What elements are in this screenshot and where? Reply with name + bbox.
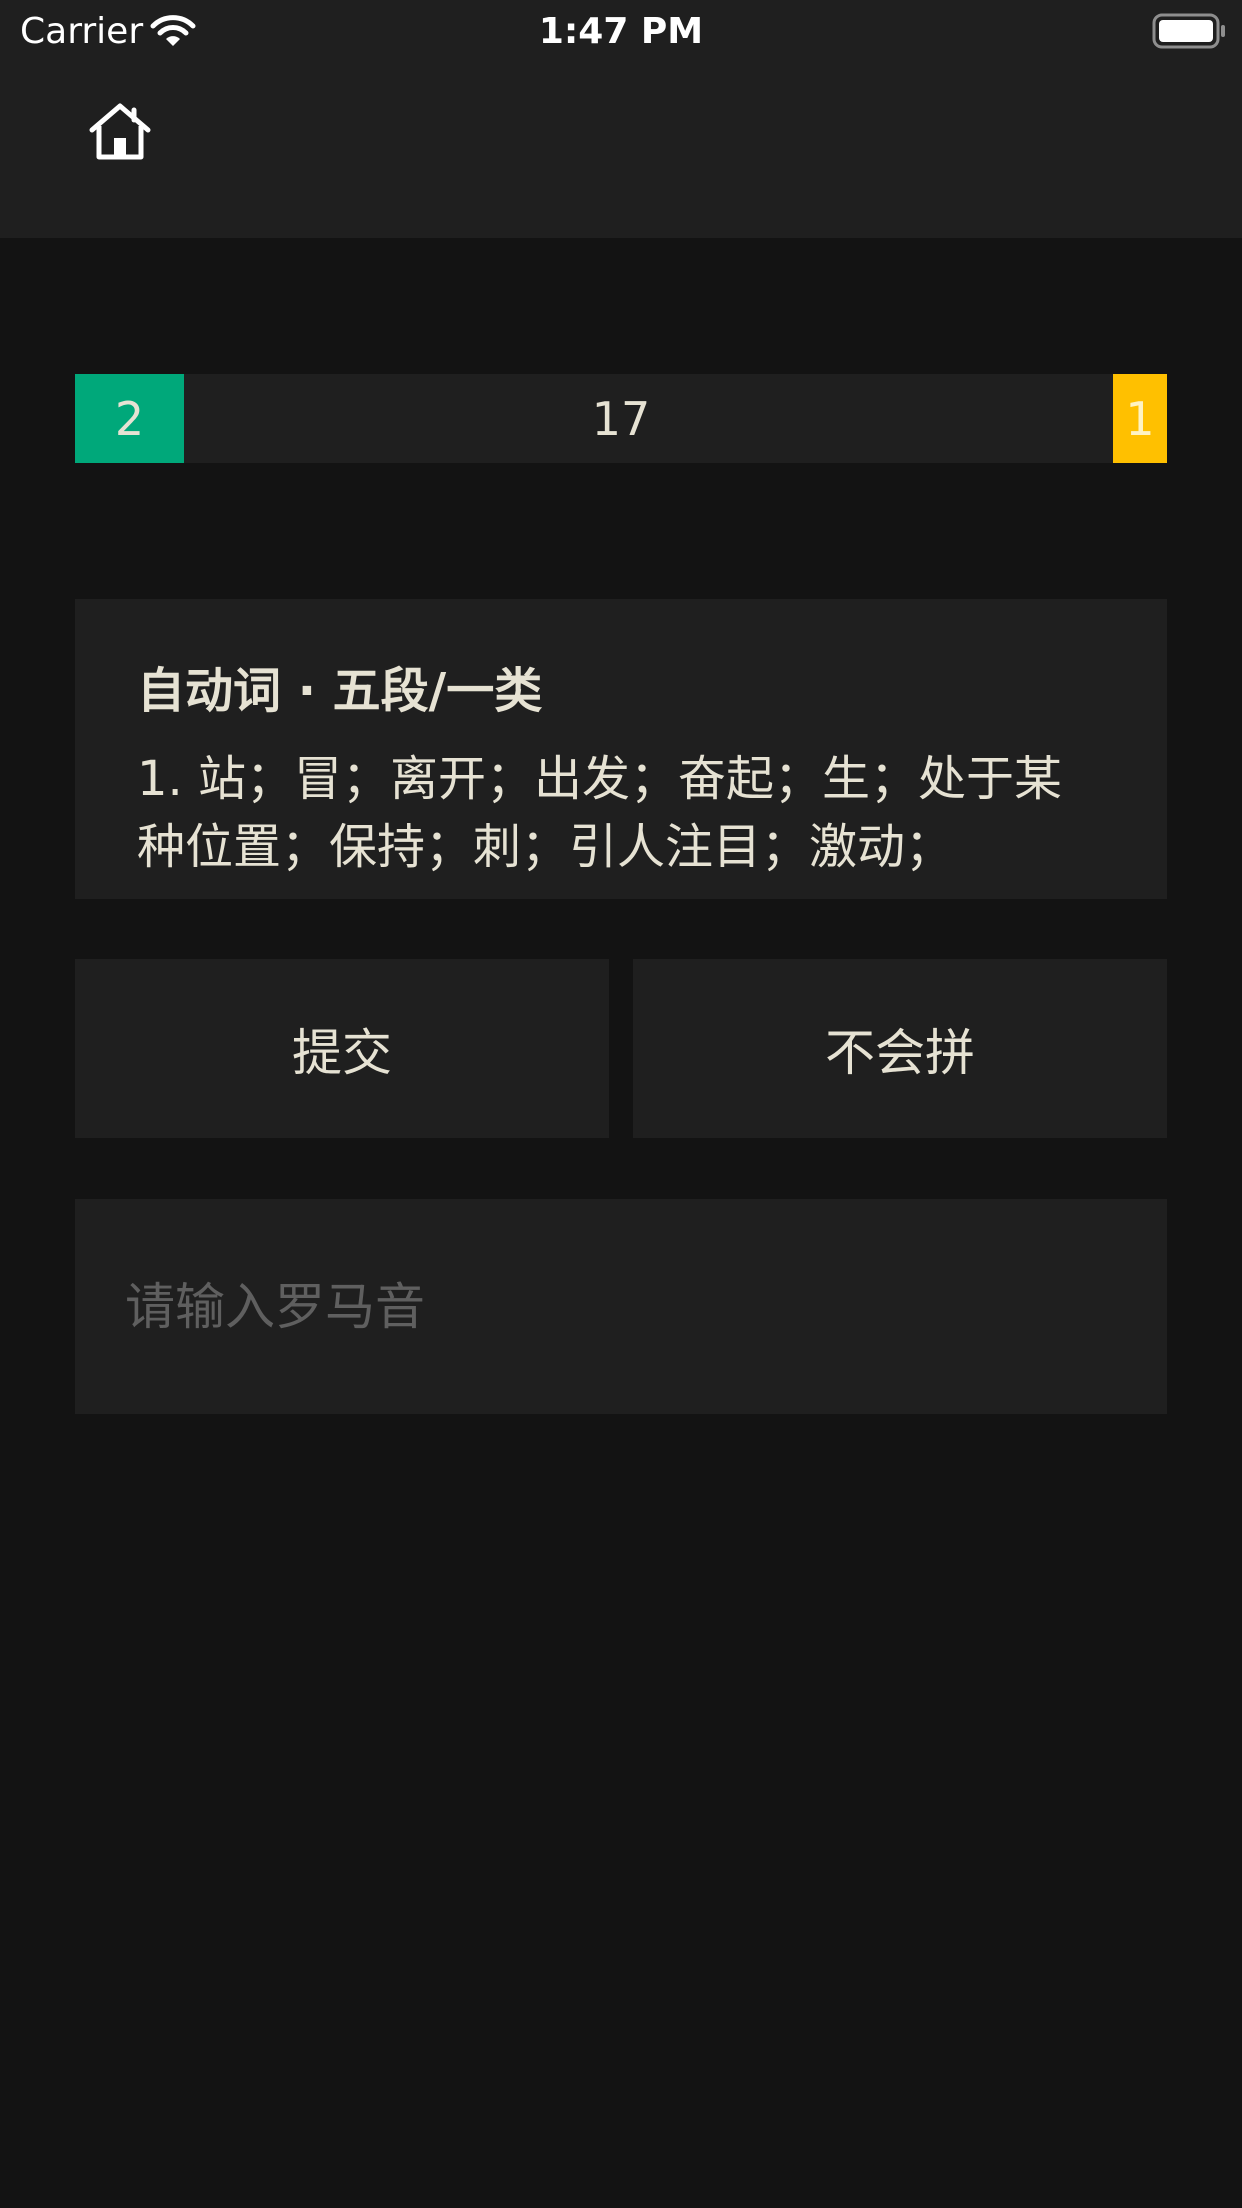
progress-correct-count: 2 [75, 374, 184, 463]
romaji-input[interactable] [125, 1199, 1125, 1414]
progress-remaining-count: 17 [591, 391, 651, 446]
status-time: 1:47 PM [538, 11, 704, 52]
definition-card: 自动词 · 五段/一类 1. 站；冒；离开；出发；奋起；生；处于某种位置；保持；… [75, 599, 1167, 899]
home-icon [89, 103, 151, 160]
romaji-input-container [75, 1199, 1167, 1414]
progress-bar: 17 2 1 [75, 374, 1167, 463]
progress-wrong-count: 1 [1113, 374, 1167, 463]
battery-full-icon [1152, 12, 1228, 50]
part-of-speech: 自动词 · 五段/一类 [137, 663, 543, 719]
dont-know-button[interactable]: 不会拼 [633, 959, 1167, 1138]
definition-text: 1. 站；冒；离开；出发；奋起；生；处于某种位置；保持；刺；引人注目；激动； [137, 751, 1063, 875]
submit-button[interactable]: 提交 [75, 959, 609, 1138]
screen: Carrier 1:47 PM 17 2 1 自动词 · 五段/一类 1. 站；… [0, 0, 1242, 2208]
home-button[interactable] [80, 92, 160, 172]
top-bar: Carrier 1:47 PM [0, 0, 1242, 238]
